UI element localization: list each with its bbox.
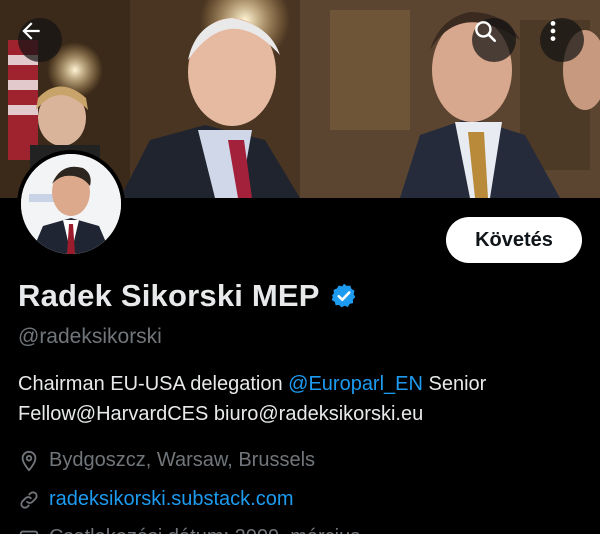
name-row: Radek Sikorski MEP <box>18 278 358 314</box>
location-text: Bydgoszcz, Warsaw, Brussels <box>49 449 316 471</box>
location-pin-icon <box>18 450 40 472</box>
joined-text: Csatlakozási dátum: 2009. március <box>49 526 360 534</box>
profile-page: Követés Radek Sikorski MEP @radeksikorsk… <box>0 0 600 534</box>
follow-button[interactable]: Követés <box>446 217 582 263</box>
calendar-icon <box>18 527 40 534</box>
bio: Chairman EU-USA delegation @Europarl_EN … <box>18 369 588 429</box>
verified-badge-icon[interactable] <box>330 282 358 310</box>
avatar[interactable] <box>17 150 125 258</box>
joined-row: Csatlakozási dátum: 2009. március <box>18 526 360 534</box>
location-row: Bydgoszcz, Warsaw, Brussels <box>18 449 315 472</box>
link-icon <box>18 489 40 511</box>
website-row[interactable]: radeksikorski.substack.com <box>18 488 294 511</box>
website-link[interactable]: radeksikorski.substack.com <box>49 488 294 511</box>
display-name: Radek Sikorski MEP <box>18 278 320 313</box>
more-options-button[interactable] <box>540 18 584 62</box>
avatar-image <box>21 154 121 254</box>
search-button[interactable] <box>472 18 516 62</box>
bio-text-1: Chairman EU-USA delegation <box>18 373 289 395</box>
handle: @radeksikorski <box>18 325 162 348</box>
back-button[interactable] <box>18 18 62 62</box>
bio-mention-link[interactable]: @Europarl_EN <box>288 373 423 395</box>
